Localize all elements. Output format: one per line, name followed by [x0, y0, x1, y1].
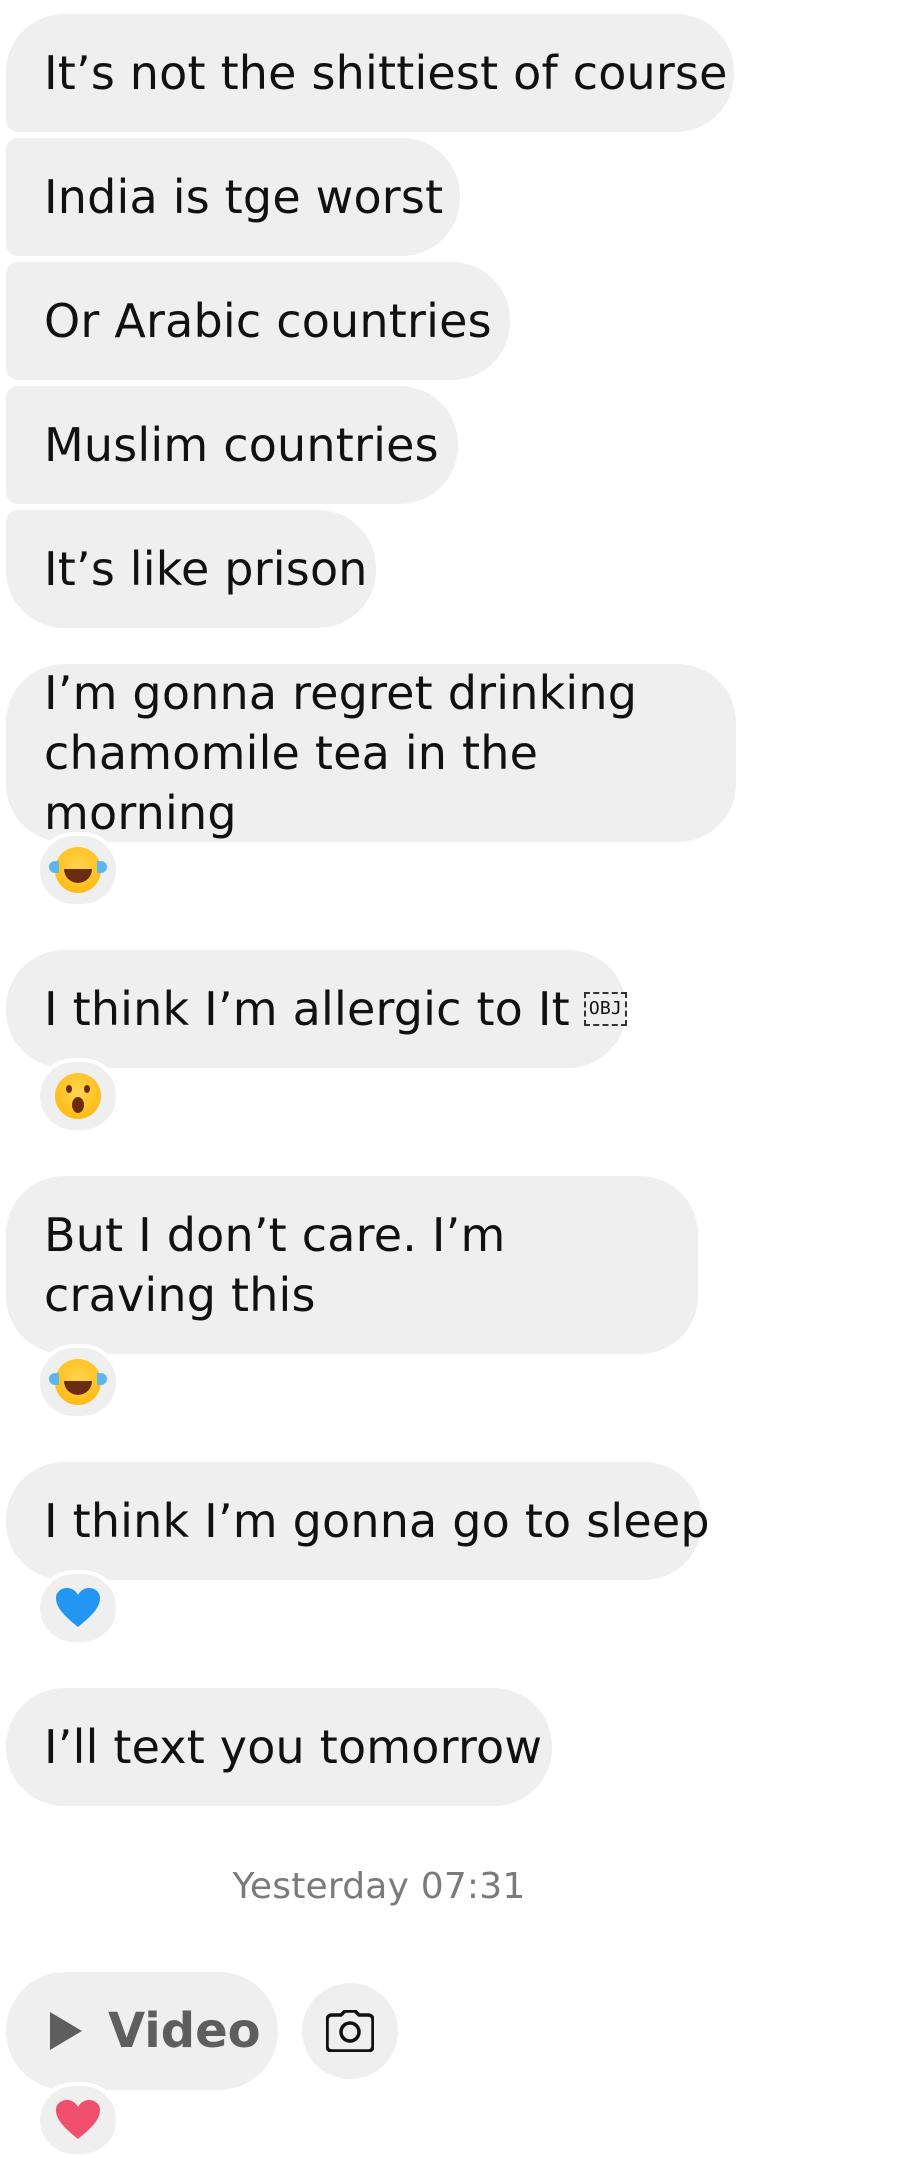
message-text: It’s not the shittiest of course [44, 46, 728, 100]
blue-heart-icon [56, 1588, 100, 1627]
face-with-tears-of-joy-icon [49, 847, 107, 893]
message-text: India is tge worst [44, 170, 444, 224]
message-reaction[interactable] [36, 1058, 120, 1134]
camera-button[interactable] [302, 1983, 398, 2079]
play-icon [50, 2012, 82, 2050]
video-message-button[interactable]: Video [6, 1972, 278, 2090]
message-text: I’ll text you tomorrow [44, 1720, 543, 1774]
message-text: I’m gonna regret drinking chamomile tea … [44, 666, 638, 840]
message-reaction[interactable] [36, 832, 120, 908]
message-reaction[interactable] [36, 1344, 120, 1420]
timestamp: Yesterday 07:31 [232, 1866, 526, 1907]
camera-icon [326, 2010, 374, 2052]
message-text: I think I’m allergic to It [44, 982, 570, 1036]
message-bubble[interactable]: I’m gonna regret drinking chamomile tea … [6, 664, 736, 842]
message-text: It’s like prison [44, 542, 368, 596]
red-heart-icon [56, 2100, 100, 2139]
message-text: Or Arabic countries [44, 294, 492, 348]
video-label: Video [108, 2003, 261, 2059]
message-text: I think I’m gonna go to sleep [44, 1494, 710, 1548]
message-bubble[interactable]: India is tge worst [6, 138, 460, 256]
message-bubble[interactable]: But I don’t care. I’m craving this [6, 1176, 698, 1354]
message-reaction[interactable] [36, 2082, 120, 2158]
message-bubble[interactable]: I think I’m gonna go to sleep [6, 1462, 710, 1580]
message-reaction[interactable] [36, 1570, 120, 1646]
message-text: Muslim countries [44, 418, 439, 472]
message-bubble[interactable]: I think I’m allergic to It OBJ [6, 950, 627, 1068]
astonished-face-icon [55, 1073, 101, 1119]
message-bubble[interactable]: It’s not the shittiest of course [6, 14, 734, 132]
message-bubble[interactable]: I’ll text you tomorrow [6, 1688, 552, 1806]
message-bubble[interactable]: Or Arabic countries [6, 262, 510, 380]
object-replacement-glyph: OBJ [583, 992, 627, 1026]
message-text: But I don’t care. I’m craving this [44, 1208, 506, 1322]
face-with-tears-of-joy-icon [49, 1359, 107, 1405]
message-bubble[interactable]: It’s like prison [6, 510, 376, 628]
message-bubble[interactable]: Muslim countries [6, 386, 458, 504]
